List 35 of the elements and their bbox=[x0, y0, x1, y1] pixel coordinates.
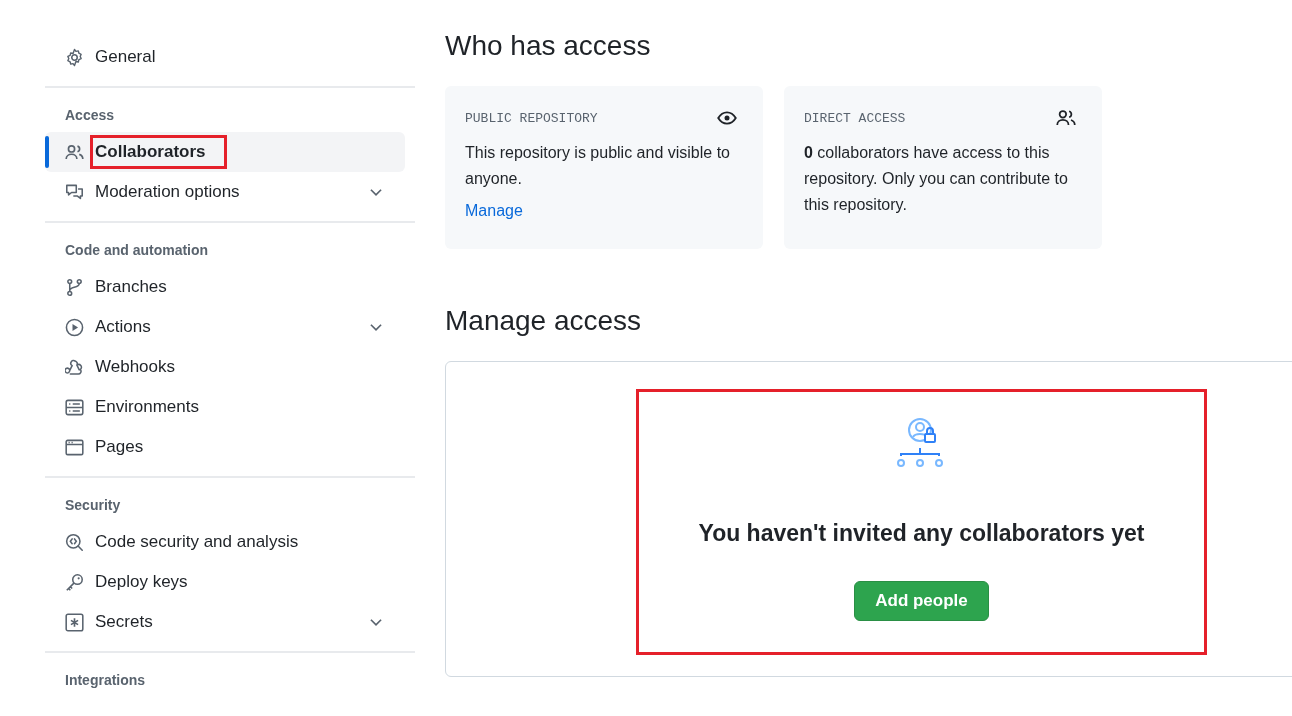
selected-indicator bbox=[45, 136, 49, 168]
card-label: DIRECT ACCESS bbox=[804, 110, 906, 126]
section-heading: Access bbox=[64, 106, 116, 125]
sidebar-item[interactable]: Branches bbox=[45, 267, 405, 307]
sidebar-item[interactable]: Code security and analysis bbox=[45, 522, 405, 562]
card-label: PUBLIC REPOSITORY bbox=[465, 110, 598, 126]
sidebar-item[interactable]: Webhooks bbox=[45, 347, 405, 387]
branch-icon bbox=[65, 277, 84, 297]
gear-icon bbox=[65, 47, 84, 67]
sidebar-item[interactable]: Collaborators bbox=[45, 132, 405, 172]
section-heading: Integrations bbox=[64, 671, 147, 690]
people-icon bbox=[1056, 108, 1076, 128]
browser-window-icon bbox=[65, 437, 84, 457]
sidebar-item[interactable]: Actions bbox=[45, 307, 405, 347]
section-title: Manage access bbox=[445, 305, 643, 337]
key-icon bbox=[65, 572, 84, 592]
sidebar-item[interactable]: Environments bbox=[45, 387, 405, 427]
card-text: 0 collaborators have access to this repository. Only you can contribute to this repository. bbox=[804, 143, 1069, 215]
sidebar-item[interactable]: General bbox=[45, 37, 405, 77]
sidebar-item[interactable]: Moderation options bbox=[45, 172, 405, 212]
section-title: Who has access bbox=[445, 30, 652, 62]
asterisk-box-icon bbox=[65, 612, 84, 632]
empty-state-message: You haven't invited any collaborators yet bbox=[698, 520, 1145, 547]
sidebar-item[interactable]: Secrets bbox=[45, 602, 405, 642]
manage-link[interactable]: Manage bbox=[465, 202, 523, 220]
play-icon bbox=[65, 317, 84, 337]
card-text: This repository is public and visible to anyone. bbox=[465, 143, 731, 189]
sidebar-item[interactable]: Pages bbox=[45, 427, 405, 467]
server-icon bbox=[65, 397, 84, 417]
section-heading: Security bbox=[64, 496, 122, 515]
sidebar-item[interactable]: Deploy keys bbox=[45, 562, 405, 602]
speech-bubbles-icon bbox=[65, 182, 84, 202]
section-heading: Code and automation bbox=[64, 241, 210, 260]
people-icon bbox=[65, 142, 84, 162]
code-scan-icon bbox=[65, 532, 84, 552]
